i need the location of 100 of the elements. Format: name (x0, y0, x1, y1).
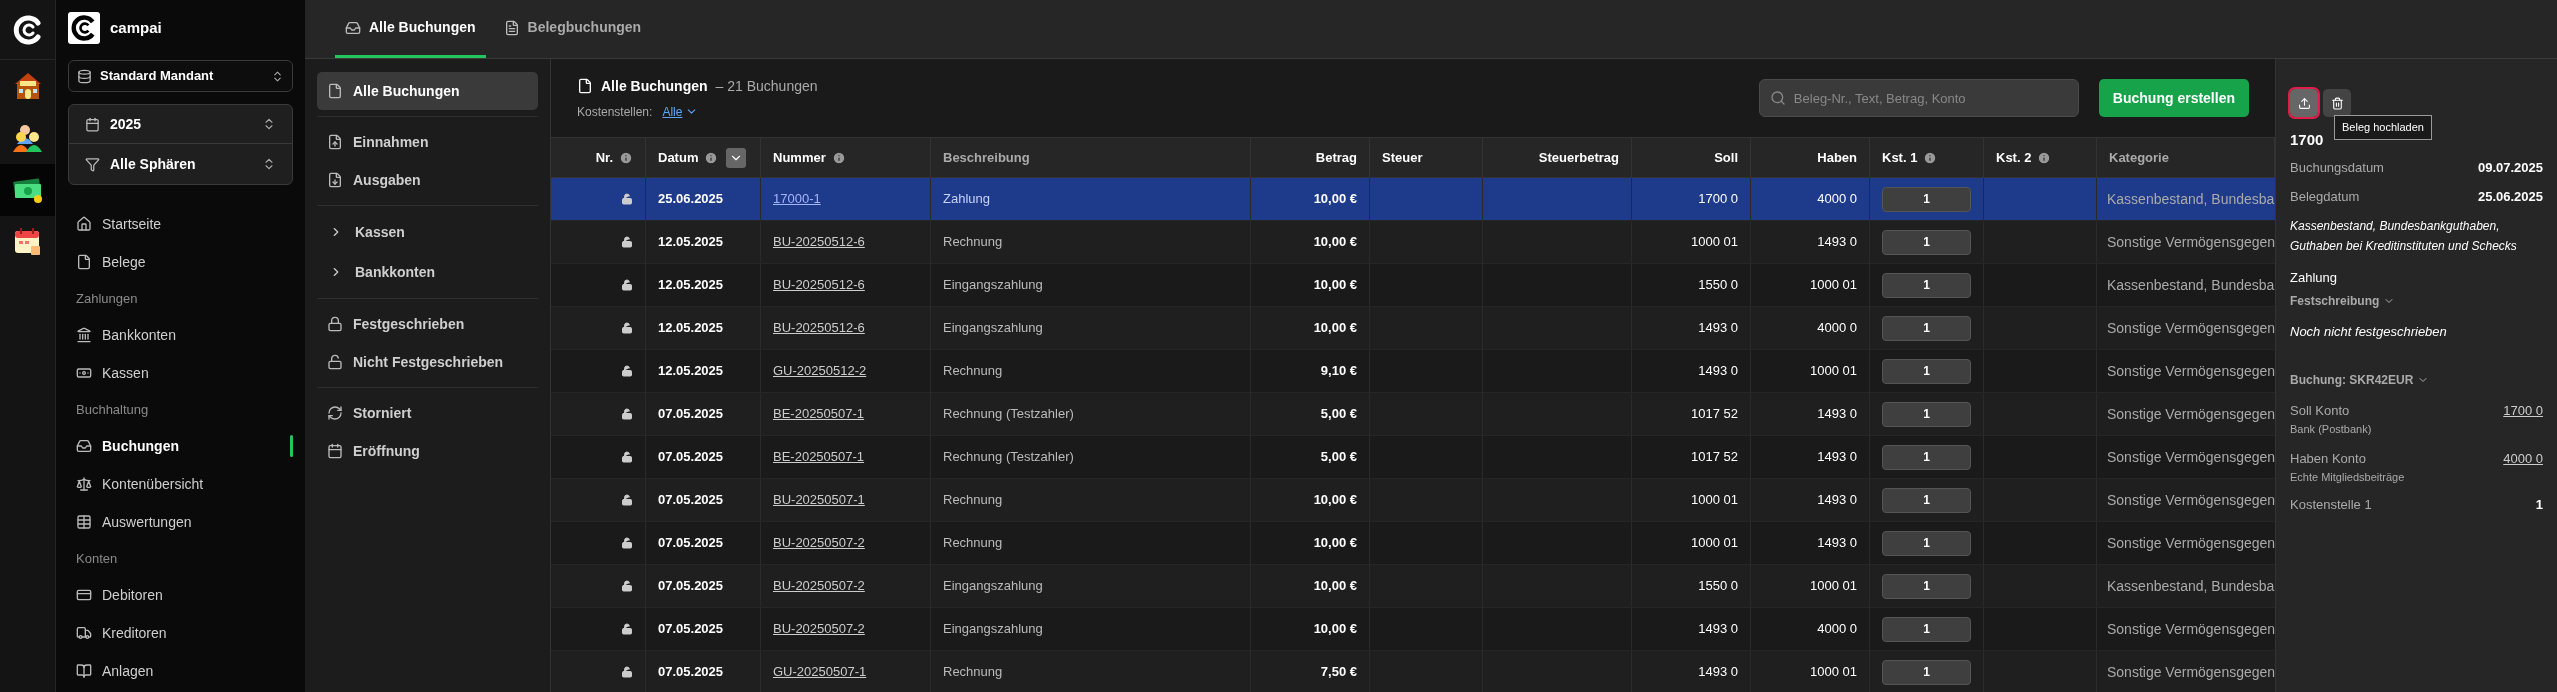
table-row[interactable]: 07.05.2025 GU-20250507-1 Rechnung 7,50 € 1493 0 1000 01 1 Sonstige Vermögensgegen (551, 651, 2275, 692)
nav-item[interactable]: Buchungen (68, 435, 290, 457)
table-cell-text: Rechnung (943, 491, 1003, 510)
table-cell-text: 25.06.2025 (658, 190, 724, 209)
column-header[interactable]: Nr. (551, 138, 646, 177)
table-row[interactable]: 07.05.2025 BE-20250507-1 Rechnung (Testzahler) 5,00 € 1017 52 1493 0 1 Sonstige Vermögensgegen (551, 393, 2275, 436)
column-header[interactable]: Kst. 2 (1984, 138, 2097, 177)
nav-item[interactable]: Auswertungen (68, 511, 293, 533)
cost-center-chip[interactable]: 1 (1882, 530, 1971, 556)
column-header[interactable]: Soll (1632, 138, 1751, 177)
booking-number-link[interactable]: BU-20250512-6 (773, 232, 865, 252)
column-header[interactable]: Steuer (1370, 138, 1483, 177)
booking-number-link[interactable]: BU-20250507-1 (773, 490, 865, 510)
calendar-icon (327, 443, 343, 459)
cost-center-chip[interactable]: 1 (1882, 444, 1971, 470)
booking-number-link[interactable]: BU-20250507-2 (773, 576, 865, 596)
table-row[interactable]: 12.05.2025 BU-20250512-6 Eingangszahlung 10,00 € 1493 0 4000 0 1 Sonstige Vermögensgegen (551, 307, 2275, 350)
mandant-select[interactable]: Standard Mandant (68, 60, 293, 92)
cost-center-chip[interactable]: 1 (1882, 272, 1971, 298)
table-row[interactable]: 07.05.2025 BU-20250507-2 Rechnung 10,00 € 1000 01 1493 0 1 Sonstige Vermögensgegen (551, 522, 2275, 565)
column-header[interactable]: Beschreibung (931, 138, 1251, 177)
table-row[interactable]: 25.06.2025 17000-1 Zahlung 10,00 € 1700 0 4000 0 1 Kassenbestand, Bundesba (551, 178, 2275, 221)
filter-icon (85, 156, 100, 172)
nav-item[interactable]: Anlagen (68, 660, 293, 682)
sphere-select[interactable]: Alle Sphären (69, 144, 292, 184)
delete-button[interactable] (2323, 89, 2351, 117)
booking-number-link[interactable]: GU-20250507-1 (773, 662, 867, 682)
tab[interactable]: Belegbuchungen (493, 0, 652, 58)
year-select[interactable]: 2025 (69, 105, 292, 144)
column-header[interactable]: Betrag (1251, 138, 1370, 177)
subnav-item[interactable]: Einnahmen (317, 123, 538, 161)
cost-center-chip[interactable]: 1 (1882, 659, 1971, 685)
lock-section-toggle[interactable]: Festschreibung (2290, 291, 2543, 310)
table-cell-text: Rechnung (Testzahler) (943, 405, 1074, 424)
sort-menu-button[interactable] (726, 147, 747, 168)
subnav-item[interactable]: Festgeschrieben (317, 305, 538, 343)
subnav-item[interactable]: Nicht Festgeschrieben (317, 343, 538, 381)
column-header[interactable]: Steuerbetrag (1483, 138, 1632, 177)
table-row[interactable]: 12.05.2025 BU-20250512-6 Eingangszahlung 10,00 € 1550 0 1000 01 1 Kassenbestand, Bundesba (551, 264, 2275, 307)
account-link[interactable]: 1700 0 (2503, 401, 2543, 419)
table-cell-text: Eingangszahlung (943, 577, 1043, 596)
booking-number-link[interactable]: BU-20250512-6 (773, 275, 865, 295)
cost-center-chip[interactable]: 1 (1882, 229, 1971, 255)
nav-item[interactable]: Kreditoren (68, 622, 293, 644)
nav-item[interactable]: Belege (68, 251, 293, 273)
tray-icon (76, 438, 92, 454)
subnav-expander[interactable]: Bankkonten (317, 252, 538, 292)
table-row[interactable]: 07.05.2025 BE-20250507-1 Rechnung (Testzahler) 5,00 € 1017 52 1493 0 1 Sonstige Vermögensgegen (551, 436, 2275, 479)
table-cell-text: Rechnung (943, 233, 1003, 252)
nav-item[interactable]: Startseite (68, 213, 293, 235)
nav-section-label: Zahlungen (75, 289, 139, 308)
table-row[interactable]: 07.05.2025 BU-20250507-2 Eingangszahlung 10,00 € 1493 0 4000 0 1 Sonstige Vermögensgegen (551, 608, 2275, 651)
cost-center-filter[interactable]: Alle (662, 102, 699, 121)
booking-number-link[interactable]: GU-20250512-2 (773, 361, 867, 381)
nav-item[interactable]: Debitoren (68, 584, 293, 606)
column-header[interactable]: Kst. 1 (1870, 138, 1984, 177)
booking-number-link[interactable]: BE-20250507-1 (773, 447, 865, 467)
scale-icon (76, 476, 92, 492)
table-row[interactable]: 07.05.2025 BU-20250507-2 Eingangszahlung 10,00 € 1550 0 1000 01 1 Kassenbestand, Bundesba (551, 565, 2275, 608)
booking-section-toggle[interactable]: Buchung: SKR42EUR (2290, 371, 2543, 389)
column-header[interactable]: Haben (1751, 138, 1870, 177)
cost-center-chip[interactable]: 1 (1882, 315, 1971, 341)
account-name: Echte Mitgliedsbeiträge (2290, 469, 2405, 485)
column-header[interactable]: Nummer (761, 138, 931, 177)
table-row[interactable]: 12.05.2025 BU-20250512-6 Rechnung 10,00 € 1000 01 1493 0 1 Sonstige Vermögensgegen (551, 221, 2275, 264)
people-icon[interactable] (11, 122, 44, 154)
cost-center-chip[interactable]: 1 (1882, 487, 1971, 513)
card-icon (76, 587, 92, 603)
cost-center-chip[interactable]: 1 (1882, 358, 1971, 384)
table-row[interactable]: 07.05.2025 BU-20250507-1 Rechnung 10,00 € 1000 01 1493 0 1 Sonstige Vermögensgegen (551, 479, 2275, 522)
booking-number-link[interactable]: BE-20250507-1 (773, 404, 865, 424)
subnav-item[interactable]: Alle Buchungen (317, 72, 538, 110)
search-field[interactable]: Beleg-Nr., Text, Betrag, Konto (1758, 79, 2079, 117)
account-link[interactable]: 4000 0 (2503, 449, 2543, 467)
subnav-item[interactable]: Storniert (317, 394, 538, 432)
file-icon (76, 254, 92, 270)
booking-number-link[interactable]: BU-20250507-2 (773, 533, 865, 553)
subnav-item[interactable]: Ausgaben (317, 161, 538, 199)
booking-number-link[interactable]: BU-20250512-6 (773, 318, 865, 338)
booking-number-link[interactable]: 17000-1 (773, 189, 821, 209)
table-cell-text: Sonstige Vermögensgegen (2107, 404, 2275, 424)
cost-center-chip[interactable]: 1 (1882, 616, 1971, 642)
nav-item[interactable]: Kontenübersicht (68, 473, 293, 495)
table-cell-text: Rechnung (Testzahler) (943, 448, 1074, 467)
nav-item[interactable]: Bankkonten (68, 324, 293, 346)
nav-item[interactable]: Kassen (68, 362, 293, 384)
booking-number-link[interactable]: BU-20250507-2 (773, 619, 865, 639)
table-cell-text: 12.05.2025 (658, 319, 724, 338)
table-cell-text: Rechnung (943, 534, 1003, 553)
table-cell-text: 10,00 € (1313, 276, 1357, 295)
cost-center-chip[interactable]: 1 (1882, 186, 1971, 212)
bank-icon (76, 327, 92, 343)
subnav-expander[interactable]: Kassen (317, 212, 538, 252)
upload-button[interactable] (2290, 89, 2318, 117)
table-row[interactable]: 12.05.2025 GU-20250512-2 Rechnung 9,10 € 1493 0 1000 01 1 Sonstige Vermögensgegen (551, 350, 2275, 393)
cost-center-chip[interactable]: 1 (1882, 573, 1971, 599)
cost-center-chip[interactable]: 1 (1882, 401, 1971, 427)
column-header[interactable]: Datum (646, 138, 761, 177)
table-cell-text: Eingangszahlung (943, 620, 1043, 639)
subnav-item[interactable]: Eröffnung (317, 432, 538, 470)
